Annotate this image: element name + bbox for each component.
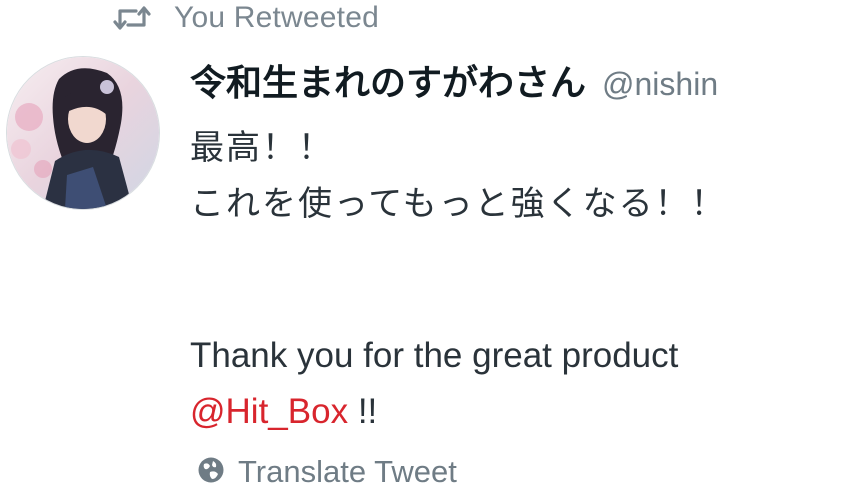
author-display-name[interactable]: 令和生まれのすがわさん [190,54,586,106]
tweet-exclamation: !! [348,392,378,431]
tweet-english-line: Thank you for the great product [190,336,679,375]
translate-tweet-label: Translate Tweet [238,454,457,489]
translate-tweet-button[interactable]: Translate Tweet [196,454,457,490]
retweet-context: You Retweeted [112,0,379,36]
author-handle[interactable]: @nishin [602,66,718,103]
avatar[interactable] [6,56,160,210]
tweet-line-2: これを使ってもっと強くなる！！ [190,184,727,224]
tweet: 令和生まれのすがわさん @nishin 最高！！ これを使ってもっと強くなる！！… [190,54,844,440]
mention-link[interactable]: @Hit_Box [190,392,348,431]
tweet-line-break [190,232,844,328]
tweet-mention-line: @Hit_Box !! [190,384,844,440]
tweet-header: 令和生まれのすがわさん @nishin [190,54,844,112]
retweet-context-text: You Retweeted [174,1,379,34]
retweet-icon [112,3,152,33]
globe-icon [196,455,226,489]
tweet-line-1: 最高！！ [190,128,334,168]
tweet-text: 最高！！ これを使ってもっと強くなる！！ Thank you for the g… [190,120,844,440]
